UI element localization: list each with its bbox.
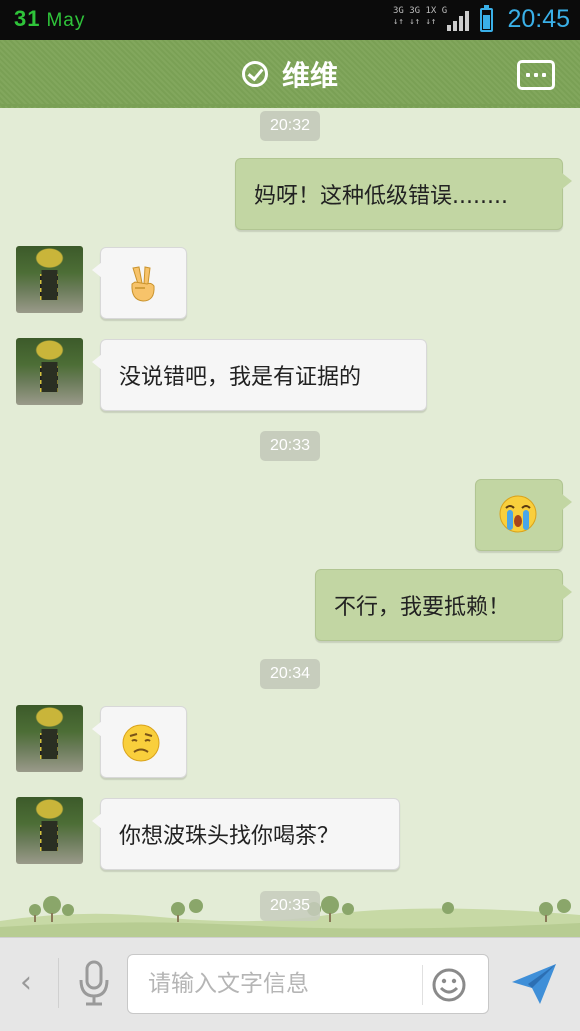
crying-face-emoji: [499, 495, 537, 533]
network-indicator: 3G 3G 1X G ↓↑ ↓↑ ↓↑: [393, 6, 447, 28]
contact-avatar[interactable]: [16, 338, 83, 405]
contact-avatar[interactable]: [16, 246, 83, 313]
outgoing-message-bubble[interactable]: 妈呀！这种低级错误........: [235, 158, 572, 230]
smiley-icon[interactable]: [431, 967, 467, 1003]
microphone-icon[interactable]: [76, 958, 112, 1008]
status-time: 20:45: [507, 5, 570, 33]
status-bar: 31 May 3G 3G 1X G ↓↑ ↓↑ ↓↑ 20:45: [0, 0, 580, 40]
header-title-area: 维维: [0, 40, 580, 108]
send-icon[interactable]: [510, 962, 558, 1006]
status-date-month: May: [46, 10, 86, 31]
check-circle-icon: [241, 61, 268, 87]
peace-hand-emoji: [131, 266, 155, 302]
incoming-message-bubble[interactable]: [92, 706, 187, 778]
message-input-bar: ‹: [0, 937, 580, 1031]
incoming-message-bubble[interactable]: 你想波珠头找你喝茶？: [92, 798, 400, 870]
sad-face-emoji: [122, 724, 160, 762]
incoming-message-bubble[interactable]: [92, 247, 187, 319]
message-input-container: [127, 954, 489, 1014]
incoming-message-bubble[interactable]: 没说错吧，我是有证据的: [92, 339, 427, 411]
signal-strength-icon: [447, 11, 469, 31]
chevron-left-icon[interactable]: ‹: [20, 968, 36, 998]
battery-icon: [480, 5, 493, 32]
more-menu-icon[interactable]: [517, 60, 555, 90]
outgoing-message-bubble[interactable]: [475, 479, 572, 551]
message-input[interactable]: [148, 955, 428, 1013]
outgoing-message-bubble[interactable]: 不行，我要抵赖！: [315, 569, 572, 641]
message-text: 妈呀！这种低级错误........: [254, 184, 508, 209]
status-date: 31 May: [14, 6, 85, 32]
message-text: 不行，我要抵赖！: [334, 595, 511, 620]
message-text: 你想波珠头找你喝茶？: [119, 824, 340, 849]
network-type-label: 3G 3G 1X G: [393, 6, 448, 16]
timestamp: 20:35: [260, 891, 320, 921]
message-text: 没说错吧，我是有证据的: [119, 365, 362, 390]
network-activity-label: ↓↑ ↓↑ ↓↑: [393, 17, 437, 27]
timestamp: 20:34: [260, 659, 320, 689]
status-date-day: 31: [14, 6, 41, 31]
divider: [58, 958, 59, 1008]
timestamp: 20:32: [260, 111, 320, 141]
divider: [422, 965, 423, 1005]
timestamp: 20:33: [260, 431, 320, 461]
chat-title[interactable]: 维维: [282, 54, 338, 94]
contact-avatar[interactable]: [16, 797, 83, 864]
contact-avatar[interactable]: [16, 705, 83, 772]
